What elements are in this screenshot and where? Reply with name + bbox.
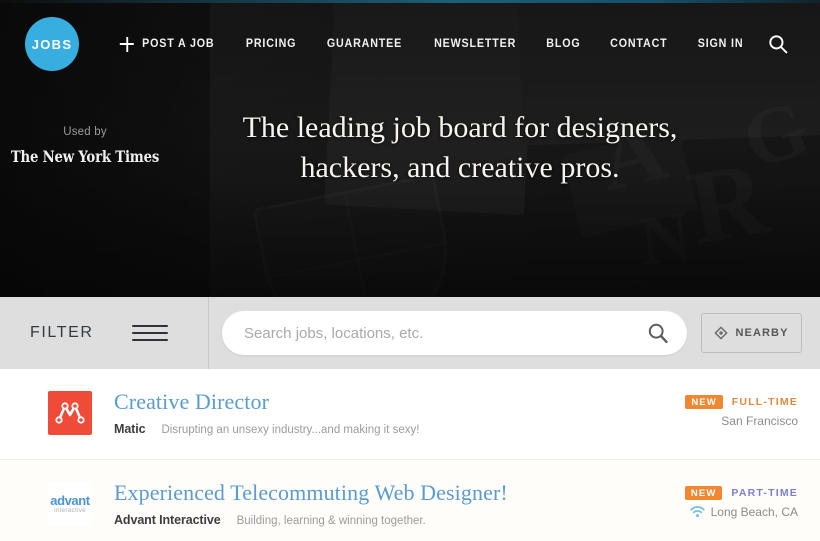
remote-wifi-icon [689, 506, 705, 518]
nearby-label: NEARBY [735, 327, 789, 339]
nav-item-post-a-job-label: POST A JOB [142, 38, 215, 50]
job-title-link[interactable]: Creative Director [114, 389, 628, 414]
job-company: Matic [114, 422, 146, 437]
nav-item-sign-in[interactable]: SIGN IN [686, 38, 756, 50]
job-location-row: Long Beach, CA [628, 505, 798, 519]
nav-item-blog[interactable]: BLOG [535, 38, 593, 50]
page-root: A R G N JOBS POST A JOB PRICING GUARANTE… [0, 0, 820, 541]
search-icon [769, 35, 788, 54]
nav-item-post-a-job[interactable]: POST A JOB [114, 36, 226, 52]
table-row[interactable]: Creative Director Matic Disrupting an un… [0, 369, 820, 460]
search-wrapper [209, 311, 701, 355]
hamburger-bar-2 [132, 332, 168, 334]
job-location: Long Beach, CA [710, 505, 798, 519]
top-accent-rule [0, 0, 820, 3]
nav-item-guarantee[interactable]: GUARANTEE [315, 38, 414, 50]
search-submit-icon[interactable] [647, 322, 669, 344]
hero-headline-line2: hackers, and creative pros. [300, 150, 620, 184]
job-title-link[interactable]: Experienced Telecommuting Web Designer! [114, 480, 628, 505]
nav-item-newsletter[interactable]: NEWSLETTER [422, 38, 528, 50]
hero-headline-line1: The leading job board for designers, [242, 111, 678, 144]
filter-zone[interactable]: FILTER [0, 297, 209, 369]
used-by-label: Used by [63, 126, 107, 138]
job-location: San Francisco [721, 414, 798, 428]
matic-logo-icon [55, 402, 85, 424]
hamburger-bar-1 [132, 325, 168, 327]
status-badge: NEW [684, 486, 723, 500]
job-meta: Matic Disrupting an unsexy industry...an… [114, 422, 628, 436]
job-type: PART-TIME [731, 487, 798, 499]
nav-item-contact[interactable]: CONTACT [598, 38, 680, 50]
hero-content: Used by The New York Times The leading j… [0, 108, 820, 188]
company-logo-matic [48, 391, 92, 435]
used-by-block: Used by The New York Times [0, 108, 170, 166]
nav-search-button[interactable] [758, 34, 802, 54]
job-type: FULL-TIME [731, 396, 798, 408]
main-navigation: JOBS POST A JOB PRICING GUARANTEE NEWSLE… [0, 0, 820, 88]
location-diamond-icon [714, 326, 729, 340]
status-badge: NEW [685, 395, 723, 409]
advant-logo-sub: interactive [54, 506, 86, 514]
job-badges: NEW PART-TIME [628, 486, 798, 500]
job-tagline: Building, learning & winning together. [236, 515, 426, 528]
job-location-row: San Francisco [628, 414, 798, 428]
job-tagline: Disrupting an unsexy industry...and maki… [161, 424, 420, 437]
job-list: Creative Director Matic Disrupting an un… [0, 369, 820, 541]
hamburger-icon[interactable] [132, 320, 168, 346]
nav-item-pricing[interactable]: PRICING [234, 38, 309, 50]
hamburger-bar-3 [132, 339, 168, 341]
company-logo-advant: advant interactive [48, 482, 92, 526]
search-field[interactable] [222, 311, 687, 355]
used-by-brand-logo: The New York Times [10, 147, 160, 166]
advant-logo-main: advant [50, 492, 90, 508]
site-logo[interactable]: JOBS [25, 17, 79, 71]
search-input[interactable] [244, 324, 647, 342]
site-logo-label: JOBS [31, 36, 73, 52]
filter-label: FILTER [30, 324, 94, 341]
hero-headline: The leading job board for designers, hac… [170, 108, 820, 188]
job-side-info: NEW FULL-TIME San Francisco [628, 389, 798, 428]
job-side-info: NEW PART-TIME Long Beach, CA [628, 480, 798, 519]
plus-icon [119, 36, 134, 52]
job-company: Advant Interactive [114, 513, 221, 528]
job-body: Creative Director Matic Disrupting an un… [114, 389, 628, 436]
nearby-button[interactable]: NEARBY [701, 313, 802, 353]
nav-links: POST A JOB PRICING GUARANTEE NEWSLETTER … [110, 34, 802, 54]
job-badges: NEW FULL-TIME [628, 395, 798, 409]
job-meta: Advant Interactive Building, learning & … [114, 513, 628, 527]
filter-search-bar: FILTER NEARBY [0, 297, 820, 369]
job-body: Experienced Telecommuting Web Designer! … [114, 480, 628, 527]
table-row[interactable]: advant interactive Experienced Telecommu… [0, 460, 820, 541]
